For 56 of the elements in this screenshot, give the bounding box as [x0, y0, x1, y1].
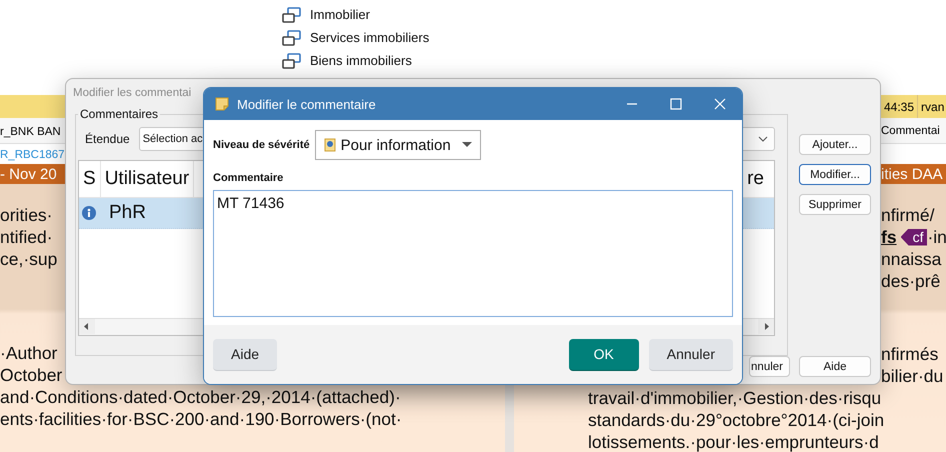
text-line: nnaissa: [881, 248, 942, 270]
dialog-title: Modifier le commentaire: [237, 96, 376, 112]
menu-item[interactable]: Immobilier: [310, 7, 370, 22]
comment-field[interactable]: MT 71436: [213, 190, 733, 317]
text-line: travail·d'immobilier,·Gestion·des·risqu: [588, 387, 882, 409]
column-header: Commentai: [881, 124, 940, 136]
text-line: orities·: [0, 204, 53, 226]
column-header[interactable]: S: [79, 161, 101, 197]
windows-icon: [282, 30, 302, 46]
group-label: Commentaires: [79, 107, 160, 121]
info-text: r_BNK BAN: [0, 126, 61, 138]
severity-label: Niveau de sévérité: [213, 139, 310, 151]
windows-icon: [282, 6, 302, 22]
dialog-button[interactable]: Aide: [213, 338, 278, 370]
info-note-icon: [324, 138, 336, 152]
menu-item[interactable]: Services immobiliers: [310, 30, 430, 45]
reference-link[interactable]: R_RBC1867: [0, 149, 65, 161]
text-line: nfirmé/: [881, 204, 934, 226]
text-line: ce,·sup: [0, 248, 58, 270]
action-button[interactable]: Supprimer: [799, 194, 871, 215]
text-line: lotissements.·pour·les·emprunteurs·d: [588, 431, 879, 452]
text-line: bilier·du: [881, 365, 944, 387]
tag-label: cf: [900, 228, 928, 246]
help-button[interactable]: Aide: [799, 356, 871, 377]
term-text: fs: [881, 226, 897, 248]
comment-label: Commentaire: [213, 172, 284, 184]
dialog-button[interactable]: OK: [568, 338, 639, 370]
column-header[interactable]: Utilisateur: [100, 161, 194, 197]
cancel-button[interactable]: nnuler: [749, 356, 790, 377]
note-icon: [215, 97, 229, 111]
text-line: October: [0, 364, 62, 386]
scope-label: Étendue: [85, 132, 130, 146]
text-line: des·prê: [881, 270, 940, 292]
maximize-icon[interactable]: [670, 98, 682, 110]
text-line: and·Conditions·dated·October·29,·2014·(attached)·: [0, 386, 401, 408]
text-line: ·Author: [0, 342, 58, 364]
action-button[interactable]: Modifier...: [799, 164, 871, 185]
text-line: nfirmés: [881, 343, 938, 365]
text-line: standards·du·29°octobre°2014·(ci-join: [588, 409, 884, 431]
column-header[interactable]: re: [743, 161, 774, 197]
close-icon[interactable]: [714, 98, 726, 110]
text-line: ntified·: [0, 226, 53, 248]
caret-down-icon: [462, 142, 472, 148]
section-title: - Nov 20: [0, 166, 57, 182]
user-cell-text: PhR: [108, 202, 146, 224]
section-title: ities DAA: [881, 166, 943, 182]
dialog-title: Modifier les commentai: [73, 87, 192, 99]
severity-dropdown[interactable]: Pour information: [314, 130, 481, 160]
windows-icon: [282, 52, 302, 68]
dialog-button[interactable]: Annuler: [648, 338, 733, 370]
info-icon: [82, 206, 96, 220]
text-line: ents·facilities·for·BSC·200·and·190·Borrowers·(not·: [0, 408, 402, 430]
action-button[interactable]: Ajouter...: [799, 134, 871, 155]
chevron-down-icon: [758, 136, 768, 142]
menu-item[interactable]: Biens immobiliers: [310, 53, 412, 68]
text-line: ·in: [927, 226, 946, 248]
